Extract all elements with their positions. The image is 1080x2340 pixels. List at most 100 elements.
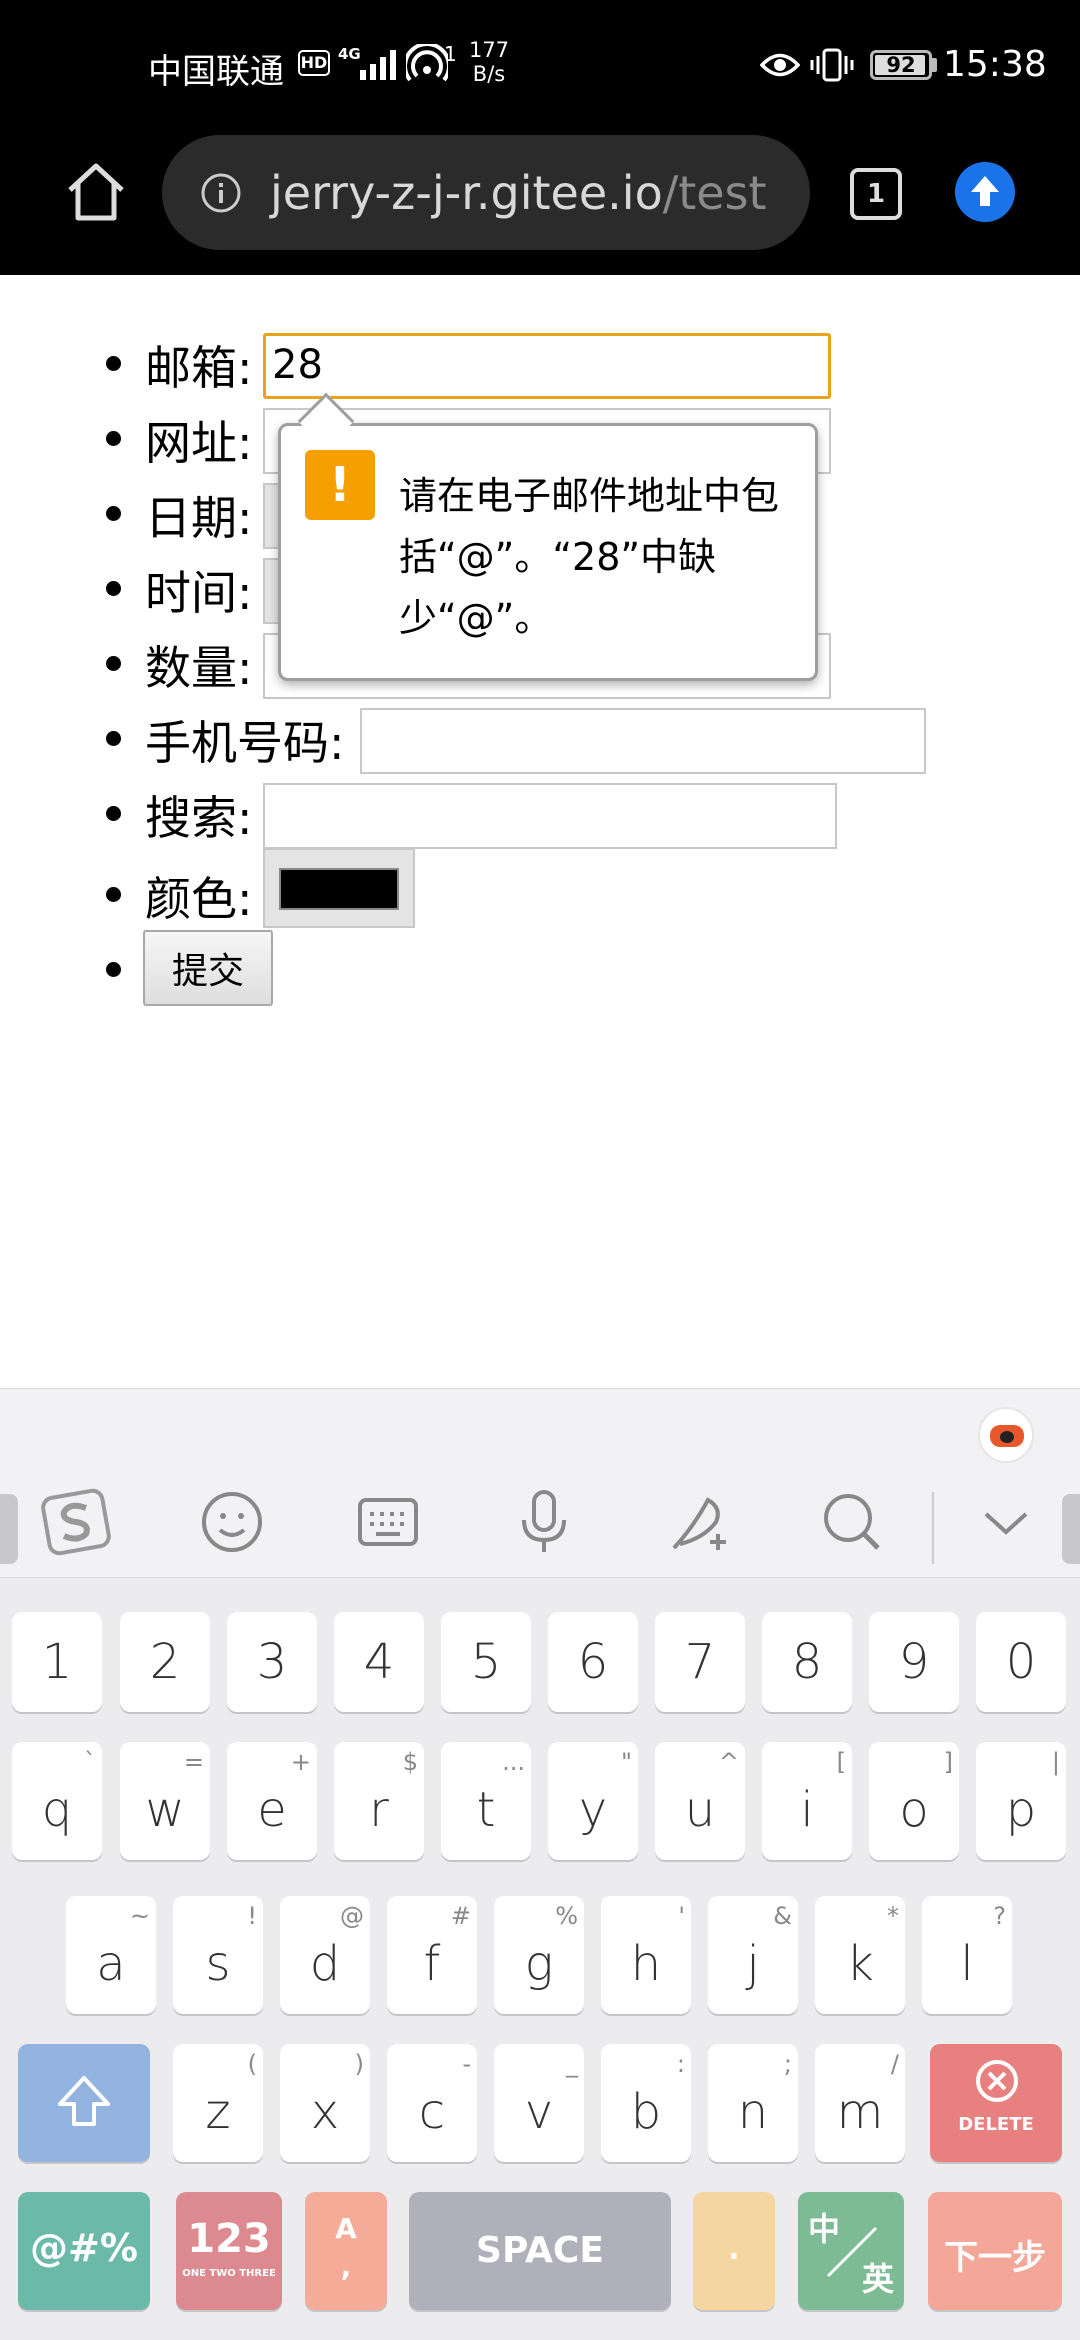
key-label: t [476, 1782, 496, 1838]
battery-level: 92 [886, 53, 916, 77]
list-bullet [106, 656, 121, 671]
space-label: SPACE [476, 2230, 604, 2271]
key-7[interactable]: 7 [655, 1612, 745, 1712]
key-y[interactable]: " y [548, 1742, 638, 1860]
key-sub-label: ! [247, 1902, 257, 1930]
carrier-name: 中国联通 [148, 52, 284, 92]
key-d[interactable]: @ d [280, 1896, 370, 2014]
hotspot-count: 1 [444, 42, 457, 66]
key-9[interactable]: 9 [869, 1612, 959, 1712]
key-sub-label: ( [247, 2050, 257, 2078]
toolbar-scroll-right[interactable] [1062, 1494, 1080, 1564]
key-p[interactable]: | p [976, 1742, 1066, 1860]
key-i[interactable]: [i [762, 1742, 852, 1860]
key-k[interactable]: * k [815, 1896, 905, 2014]
color-picker[interactable] [263, 848, 415, 928]
address-bar[interactable]: jerry-z-j-r.gitee.io/test [162, 135, 810, 250]
key-h[interactable]: ' h [601, 1896, 691, 2014]
key-4[interactable]: 4 [334, 1612, 424, 1712]
key-label: h [630, 1936, 662, 1992]
battery-tip [932, 58, 937, 72]
phone-field[interactable] [360, 708, 926, 774]
key-g[interactable]: % g [494, 1896, 584, 2014]
key-t[interactable]: ... t [441, 1742, 531, 1860]
key-a[interactable]: ~ a [66, 1896, 156, 2014]
key-1[interactable]: 1 [12, 1612, 102, 1712]
key-sub-label: " [620, 1748, 632, 1776]
list-bullet [106, 431, 121, 446]
key-label: d [309, 1936, 341, 1992]
key-2[interactable]: 2 [120, 1612, 210, 1712]
key-o[interactable]: ] o [869, 1742, 959, 1860]
key-sub-label: # [450, 1902, 471, 1930]
next-key[interactable]: 下一步 [928, 2192, 1062, 2310]
key-sub-label: ; [783, 2050, 792, 2078]
phone-label: 手机号码: [145, 716, 345, 770]
key-q[interactable]: ` q [12, 1742, 102, 1860]
key-sub-label: ] [943, 1748, 953, 1776]
key-8[interactable]: 8 [762, 1612, 852, 1712]
number-key[interactable]: 123 ONE TWO THREE [176, 2192, 282, 2310]
search-input[interactable] [263, 783, 837, 849]
key-label: b [630, 2084, 662, 2140]
key-6[interactable]: 6 [548, 1612, 638, 1712]
key-sub-label: = [183, 1748, 204, 1776]
email-field[interactable]: 28 [263, 333, 831, 399]
symbol-label: @#% [30, 2226, 138, 2270]
key-label: i [800, 1782, 814, 1838]
emoji-icon[interactable] [196, 1486, 268, 1558]
key-f[interactable]: # f [387, 1896, 477, 2014]
handwriting-icon[interactable] [664, 1486, 736, 1558]
symbol-key[interactable]: @#% [18, 2192, 150, 2310]
email-label: 邮箱: [145, 341, 253, 395]
key-5[interactable]: 5 [441, 1612, 531, 1712]
tab-switcher-icon[interactable]: 1 [850, 168, 902, 220]
shift-key[interactable] [18, 2044, 150, 2162]
soft-keyboard: 1 2 3 4 5 6 7 8 9 0 ` q = w + e $ r ... t " y … [0, 1388, 1080, 2340]
key-label: 1 [41, 1634, 73, 1690]
eye-icon [760, 53, 800, 77]
key-s[interactable]: ! s [173, 1896, 263, 2014]
search-icon[interactable] [816, 1486, 888, 1558]
validation-message: 请在电子邮件地址中包括“@”。“28”中缺少“@”。 [399, 474, 780, 640]
key-b[interactable]: :b [601, 2044, 691, 2162]
upload-arrow-icon[interactable] [955, 162, 1015, 222]
mascot-icon[interactable] [978, 1407, 1034, 1463]
key-v[interactable]: _ v [494, 2044, 584, 2162]
key-c[interactable]: -c [387, 2044, 477, 2162]
key-label: x [310, 2084, 340, 2140]
key-0[interactable]: 0 [976, 1612, 1066, 1712]
submit-button[interactable]: 提交 [143, 930, 273, 1006]
key-3[interactable]: 3 [227, 1612, 317, 1712]
key-l[interactable]: ? l [922, 1896, 1012, 2014]
lang-switch-key[interactable]: A , [305, 2192, 387, 2310]
url-label: 网址: [145, 416, 253, 470]
info-icon[interactable] [200, 172, 242, 214]
space-key[interactable]: SPACE [409, 2192, 671, 2310]
period-key[interactable]: . [693, 2192, 775, 2310]
key-j[interactable]: & j [708, 1896, 798, 2014]
en-label: 英 [861, 2260, 894, 2298]
key-r[interactable]: $ r [334, 1742, 424, 1860]
key-x[interactable]: ) x [280, 2044, 370, 2162]
key-label: w [145, 1782, 185, 1838]
list-bullet [106, 962, 121, 977]
microphone-icon[interactable] [508, 1486, 580, 1558]
collapse-icon[interactable] [970, 1486, 1042, 1558]
key-z[interactable]: (z [173, 2044, 263, 2162]
home-icon[interactable] [64, 160, 128, 224]
toolbar-scroll-left[interactable] [0, 1494, 18, 1564]
key-n[interactable]: ; n [708, 2044, 798, 2162]
cn-en-switch-key[interactable]: 中 英 [798, 2192, 904, 2310]
key-label: p [1005, 1782, 1037, 1838]
delete-key[interactable]: DELETE [930, 2044, 1062, 2162]
sogou-logo-icon[interactable] [40, 1486, 112, 1558]
delete-x-icon [976, 2060, 1018, 2102]
key-e[interactable]: + e [227, 1742, 317, 1860]
keyboard-icon[interactable] [352, 1486, 424, 1558]
key-w[interactable]: = w [120, 1742, 210, 1860]
key-m[interactable]: / m [815, 2044, 905, 2162]
key-sub-label: _ [566, 2050, 578, 2078]
key-u[interactable]: ^ u [655, 1742, 745, 1860]
hotspot-icon [406, 44, 448, 82]
